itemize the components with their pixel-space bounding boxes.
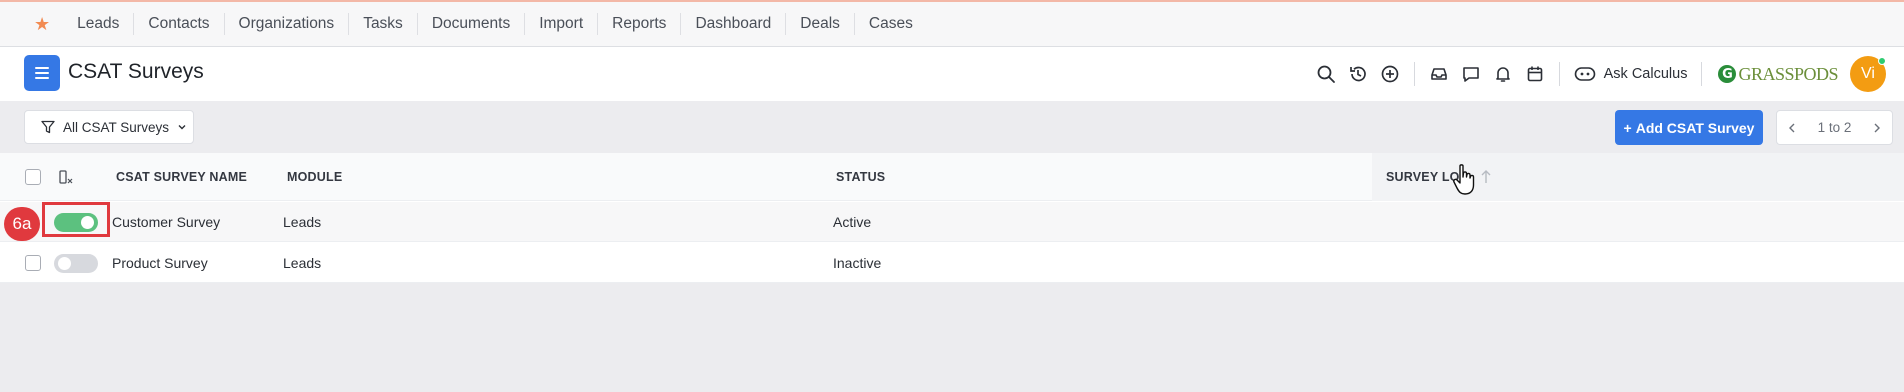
calendar-icon[interactable] xyxy=(1519,58,1551,90)
menu-line xyxy=(35,72,49,74)
surveys-table: CSAT SURVEY NAME MODULE STATUS SURVEY LO… xyxy=(0,153,1904,283)
survey-name-cell[interactable]: Customer Survey xyxy=(112,202,220,242)
search-icon[interactable] xyxy=(1310,58,1342,90)
column-header-survey-log[interactable]: SURVEY LO xyxy=(1386,153,1460,201)
nav-item-leads[interactable]: Leads xyxy=(63,13,135,35)
nav-item-contacts[interactable]: Contacts xyxy=(134,13,225,35)
filter-label: All CSAT Surveys xyxy=(63,119,170,135)
nav-item-organizations[interactable]: Organizations xyxy=(225,13,350,35)
logo-mark: G xyxy=(1718,65,1737,83)
chevron-down-icon xyxy=(178,125,186,130)
module-cell: Leads xyxy=(283,214,322,230)
chevron-right-icon[interactable] xyxy=(1872,122,1882,134)
pagination: 1 to 2 xyxy=(1776,110,1893,145)
inbox-icon[interactable] xyxy=(1423,58,1455,90)
hand-pointer-cursor-icon xyxy=(1453,164,1475,195)
filter-icon xyxy=(41,120,55,134)
header-actions: Ask Calculus G GRASSPODS Vi xyxy=(1310,47,1886,101)
divider xyxy=(1413,62,1415,86)
nav-item-deals[interactable]: Deals xyxy=(786,13,855,35)
status-cell: Active xyxy=(833,214,872,230)
nav-item-tasks[interactable]: Tasks xyxy=(349,13,418,35)
row-checkbox[interactable] xyxy=(25,255,41,271)
hamburger-menu-button[interactable] xyxy=(24,55,60,91)
column-settings-icon[interactable] xyxy=(59,170,73,185)
nav-item-reports[interactable]: Reports xyxy=(598,13,682,35)
module-cell: Leads xyxy=(283,255,322,271)
add-csat-survey-button[interactable]: + Add CSAT Survey xyxy=(1615,110,1763,145)
survey-enabled-toggle[interactable] xyxy=(54,254,98,273)
column-header-name[interactable]: CSAT SURVEY NAME xyxy=(116,153,247,201)
divider xyxy=(1558,62,1560,86)
menu-line xyxy=(35,67,49,69)
ask-calculus-button[interactable]: Ask Calculus xyxy=(1568,66,1694,82)
nav-item-cases[interactable]: Cases xyxy=(855,13,927,35)
highlight-box xyxy=(42,202,110,237)
avatar-initials: Vi xyxy=(1861,65,1875,82)
company-logo: G GRASSPODS xyxy=(1718,64,1838,85)
ai-assistant-icon xyxy=(1574,67,1595,81)
chevron-left-icon[interactable] xyxy=(1787,122,1797,134)
page-title: CSAT Surveys xyxy=(68,60,204,83)
menu-line xyxy=(35,77,49,79)
favorites-star-icon[interactable]: ★ xyxy=(34,15,50,33)
nav-item-import[interactable]: Import xyxy=(525,13,599,35)
nav-item-dashboard[interactable]: Dashboard xyxy=(681,13,787,35)
column-header-status[interactable]: STATUS xyxy=(836,153,885,201)
user-avatar[interactable]: Vi xyxy=(1850,56,1886,92)
pager-text: 1 to 2 xyxy=(1817,120,1852,135)
online-status-dot xyxy=(1878,57,1886,65)
nav-item-documents[interactable]: Documents xyxy=(418,13,526,35)
select-all-checkbox[interactable] xyxy=(25,169,41,185)
table-row[interactable]: Product Survey Leads Inactive xyxy=(0,243,1904,283)
add-csat-survey-label: Add CSAT Survey xyxy=(1635,119,1755,136)
sort-up-arrow-icon[interactable] xyxy=(1480,169,1492,185)
view-filter-dropdown[interactable]: All CSAT Surveys xyxy=(24,110,194,144)
status-cell: Inactive xyxy=(833,255,882,271)
table-header: CSAT SURVEY NAME MODULE STATUS SURVEY LO xyxy=(0,153,1904,201)
toggle-knob xyxy=(58,257,71,270)
history-icon[interactable] xyxy=(1342,58,1374,90)
add-circle-icon[interactable] xyxy=(1374,58,1406,90)
plus-icon: + xyxy=(1623,119,1632,136)
logo-text: GRASSPODS xyxy=(1738,63,1838,84)
survey-name-cell[interactable]: Product Survey xyxy=(112,243,208,283)
divider xyxy=(1701,62,1703,86)
ask-calculus-label: Ask Calculus xyxy=(1603,66,1688,82)
page-header: CSAT Surveys Ask Calculus G GRASSPODS Vi xyxy=(0,47,1904,101)
top-nav: ★ Leads Contacts Organizations Tasks Doc… xyxy=(0,0,1904,47)
bell-icon[interactable] xyxy=(1487,58,1519,90)
table-row[interactable]: Customer Survey Leads Active xyxy=(0,202,1904,242)
step-marker: 6a xyxy=(4,207,40,241)
chat-icon[interactable] xyxy=(1455,58,1487,90)
column-header-module[interactable]: MODULE xyxy=(287,153,342,201)
